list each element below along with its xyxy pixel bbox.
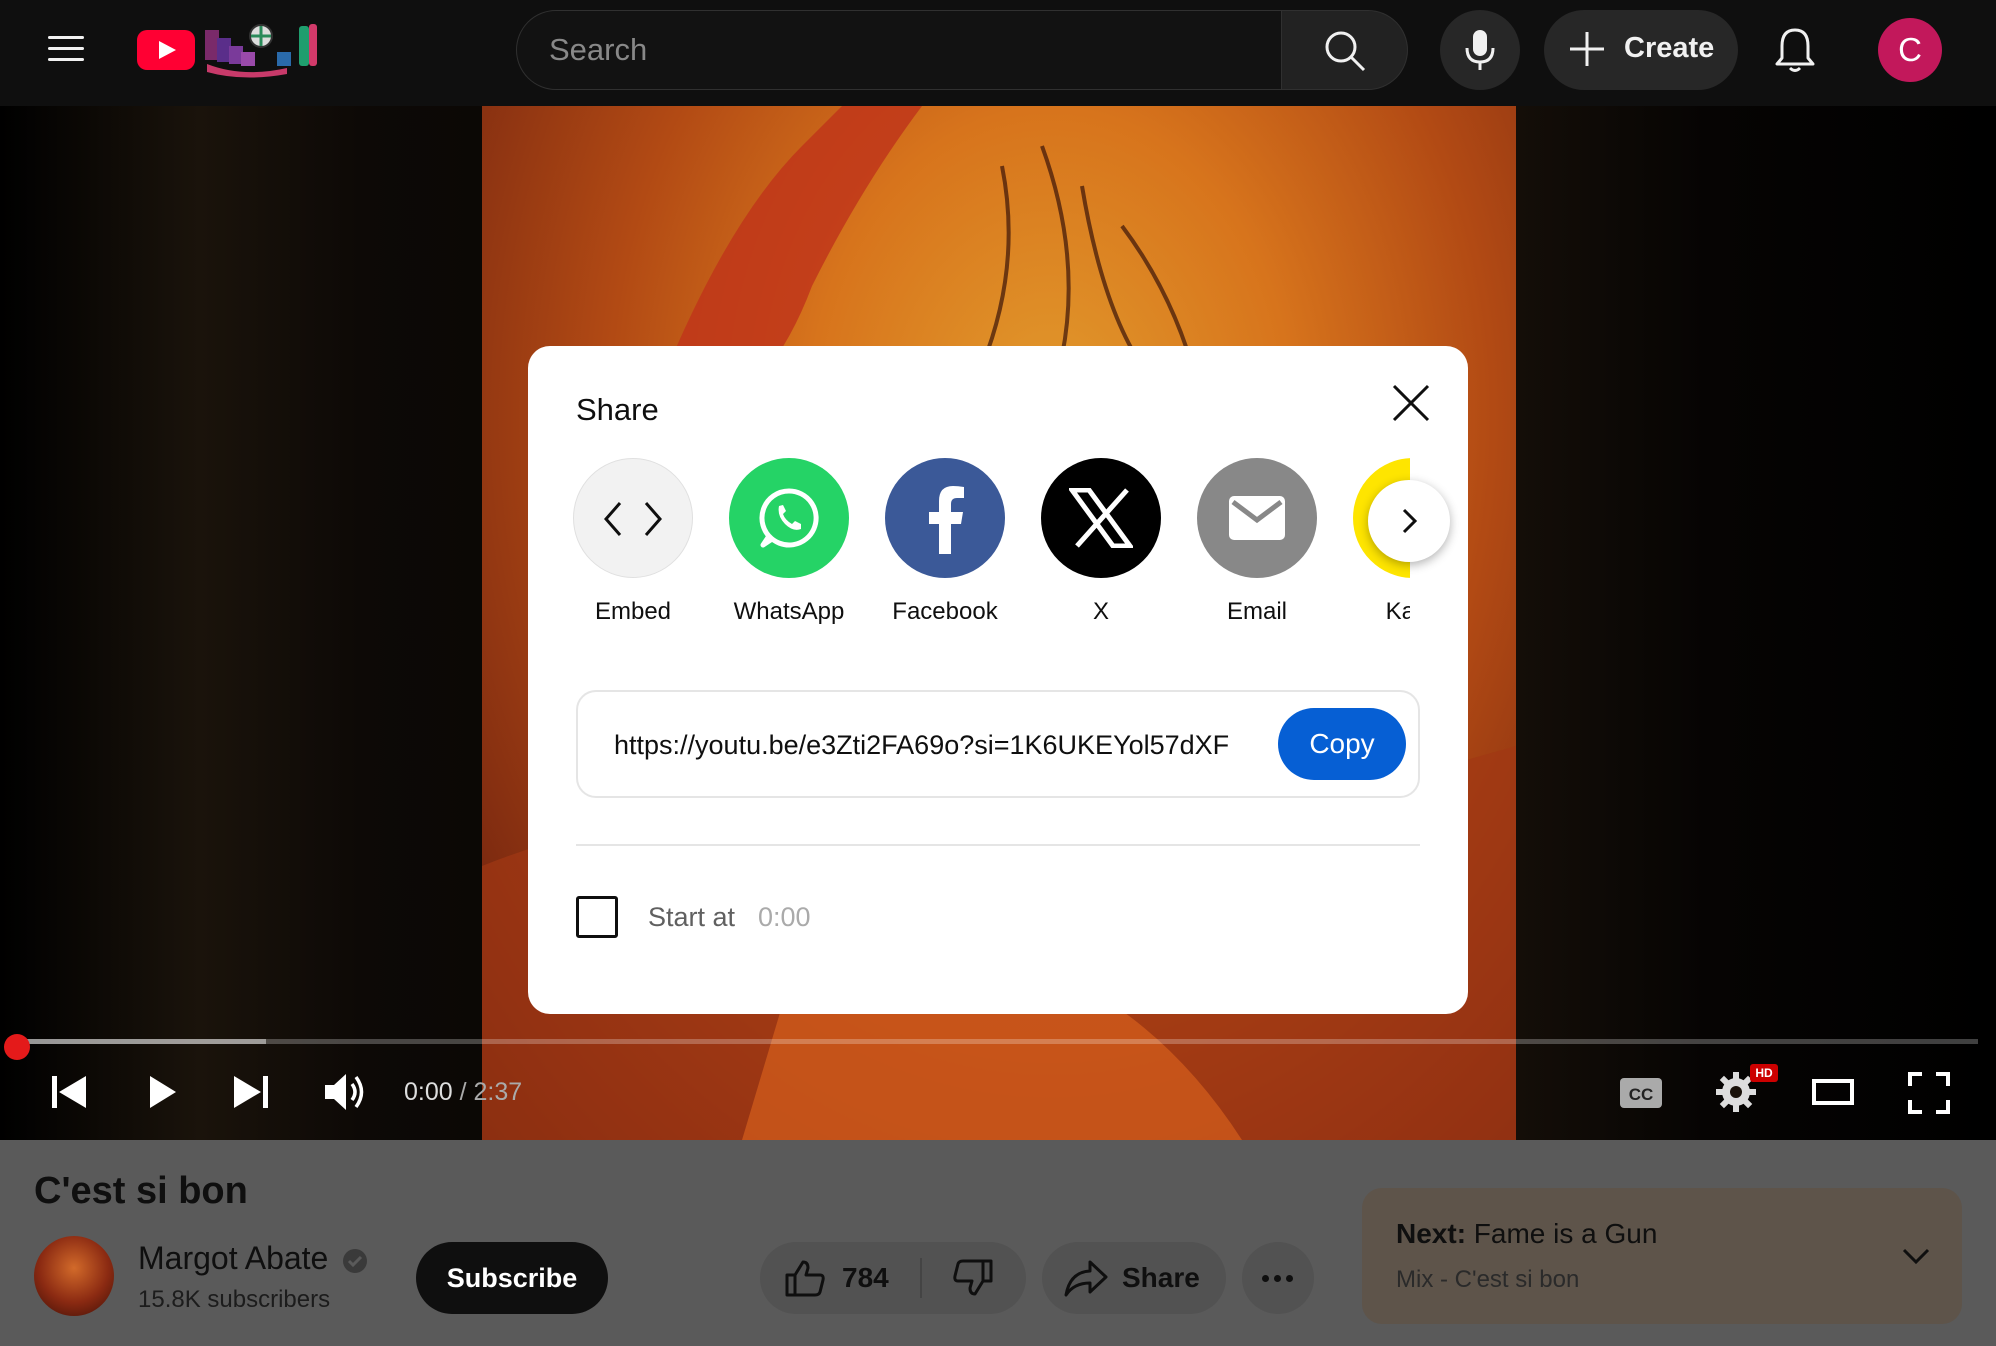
bell-icon	[1775, 28, 1815, 72]
youtube-play-badge	[137, 30, 195, 70]
logo-doodle-icon	[205, 24, 317, 78]
share-url-box: https://youtu.be/e3Zti2FA69o?si=1K6UKEYo…	[576, 690, 1420, 798]
embed-icon	[573, 458, 693, 578]
plus-icon	[1570, 32, 1604, 66]
voice-search-button[interactable]	[1440, 10, 1520, 90]
copy-button[interactable]: Copy	[1278, 708, 1406, 780]
create-label: Create	[1624, 32, 1715, 64]
dot	[1274, 1275, 1281, 1282]
dislike-button[interactable]	[922, 1242, 1026, 1314]
like-count: 784	[842, 1262, 889, 1293]
share-target-facebook[interactable]: Facebook	[880, 458, 1010, 628]
scroll-right-button[interactable]	[1368, 480, 1450, 562]
dot	[1286, 1275, 1293, 1282]
share-target-x[interactable]: X	[1036, 458, 1166, 628]
buffer-bar	[18, 1039, 266, 1044]
video-title: C'est si bon	[34, 1170, 248, 1212]
share-dialog: Share Embed WhatsApp Facebook X Email Ka…	[528, 346, 1468, 1014]
top-bar: Create C	[0, 0, 1996, 106]
whatsapp-icon	[729, 458, 849, 578]
current-time: 0:00	[404, 1078, 453, 1106]
email-icon	[1197, 458, 1317, 578]
create-button[interactable]: Create	[1544, 10, 1738, 90]
verified-icon	[343, 1249, 367, 1273]
fullscreen-icon[interactable]	[1908, 1072, 1950, 1114]
theater-mode-icon[interactable]	[1812, 1078, 1854, 1106]
play-icon[interactable]	[146, 1072, 180, 1112]
share-target-whatsapp[interactable]: WhatsApp	[724, 458, 854, 628]
share-target-label: Email	[1226, 598, 1287, 625]
x-icon	[1041, 458, 1161, 578]
player-backdrop	[1516, 106, 1996, 1140]
subscribe-button[interactable]: Subscribe	[416, 1242, 608, 1314]
share-url[interactable]: https://youtu.be/e3Zti2FA69o?si=1K6UKEYo…	[614, 730, 1229, 761]
share-target-label: WhatsApp	[733, 598, 845, 625]
svg-text:CC: CC	[1629, 1085, 1654, 1104]
share-target-label: X	[1092, 598, 1109, 625]
hd-badge: HD	[1750, 1064, 1778, 1082]
scrubber-handle[interactable]	[4, 1034, 30, 1060]
duration: 2:37	[473, 1078, 523, 1106]
time-readout: 0:00 / 2:37	[404, 1078, 522, 1107]
dialog-title: Share	[576, 392, 659, 427]
more-actions-button[interactable]	[1242, 1242, 1314, 1314]
share-target-label: Facebook	[892, 598, 998, 625]
channel-name[interactable]: Margot Abate	[138, 1240, 328, 1277]
start-at-time[interactable]: 0:00	[758, 902, 811, 933]
search-button[interactable]	[1282, 10, 1408, 90]
next-prefix: Next:	[1396, 1218, 1467, 1249]
next-up-title: Next: Fame is a Gun	[1396, 1218, 1657, 1250]
search-box	[516, 10, 1282, 90]
next-up-card[interactable]: Next: Fame is a Gun Mix - C'est si bon	[1362, 1188, 1962, 1324]
like-dislike-group: 784	[760, 1242, 1026, 1314]
subscriber-count: 15.8K subscribers	[138, 1286, 331, 1313]
account-avatar[interactable]: C	[1878, 18, 1942, 82]
video-info: C'est si bon Margot Abate 15.8K subscrib…	[0, 1140, 1996, 1346]
dot	[1262, 1275, 1269, 1282]
thumbs-down-icon	[953, 1259, 993, 1296]
share-arrow-icon	[1064, 1260, 1108, 1297]
previous-icon[interactable]	[50, 1072, 90, 1112]
channel-avatar[interactable]	[34, 1236, 114, 1316]
next-up-subtitle: Mix - C'est si bon	[1396, 1266, 1580, 1293]
chevron-down-icon[interactable]	[1900, 1240, 1932, 1272]
share-target-email[interactable]: Email	[1192, 458, 1322, 628]
share-label: Share	[1122, 1262, 1200, 1293]
microphone-icon	[1465, 30, 1495, 70]
share-button[interactable]: Share	[1042, 1242, 1226, 1314]
youtube-logo[interactable]	[137, 22, 321, 80]
volume-icon[interactable]	[322, 1070, 368, 1114]
time-separator: /	[452, 1078, 474, 1106]
share-target-label: Embed	[594, 598, 672, 625]
share-targets-row: Embed WhatsApp Facebook X Email Ka	[568, 458, 1410, 638]
share-target-label: Kaka	[1385, 598, 1410, 625]
facebook-icon	[885, 458, 1005, 578]
start-at-label: Start at	[648, 902, 736, 932]
menu-icon[interactable]	[36, 26, 96, 72]
dialog-divider	[576, 844, 1420, 846]
next-video-title: Fame is a Gun	[1473, 1218, 1658, 1249]
search-icon	[1325, 31, 1366, 72]
next-icon[interactable]	[230, 1072, 270, 1112]
notifications-button[interactable]	[1768, 20, 1822, 80]
start-at-checkbox[interactable]	[576, 896, 618, 938]
search-input[interactable]	[549, 11, 1249, 88]
captions-icon[interactable]: CC	[1618, 1072, 1664, 1112]
like-button[interactable]: 784	[760, 1242, 920, 1314]
thumbs-up-icon	[785, 1260, 825, 1297]
chevron-right-icon	[1402, 508, 1418, 534]
close-icon[interactable]	[1386, 378, 1436, 428]
progress-bar[interactable]	[18, 1039, 1978, 1044]
share-target-embed[interactable]: Embed	[568, 458, 698, 628]
